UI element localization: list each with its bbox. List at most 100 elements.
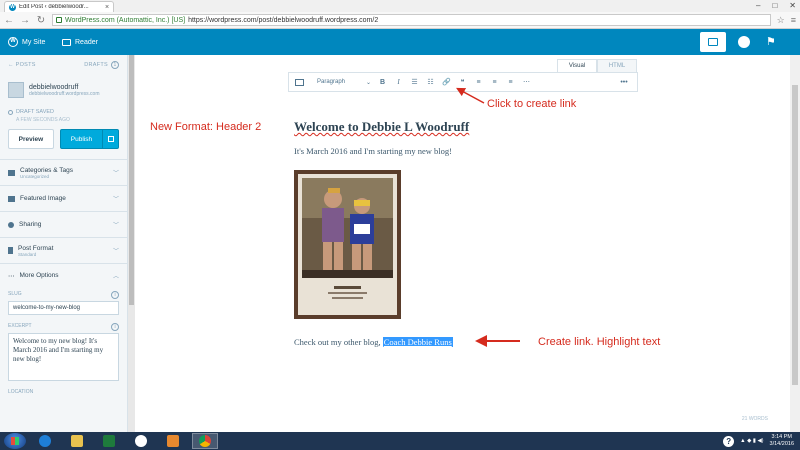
write-post-button[interactable] <box>700 32 726 52</box>
formatting-toolbar: Paragraph ⌄ B I ☰ ☷ 🔗 ❝ ≡ ≡ ≡ ⋯ ••• <box>288 72 638 92</box>
insert-link-icon[interactable]: 🔗 <box>442 78 451 86</box>
minimize-button[interactable]: – <box>756 1 760 10</box>
editor-sidebar: ← POSTS DRAFTS 1 debbielwoodruff debbiel… <box>0 55 128 432</box>
annotation-header-format: New Format: Header 2 <box>150 121 262 133</box>
accordion-sharing[interactable]: Sharing ﹀ <box>0 211 127 237</box>
saved-check-icon <box>8 109 13 115</box>
wordpress-masterbar: W My Site Reader ⚑ <box>0 29 800 55</box>
more-options-label: More Options <box>19 272 59 279</box>
schedule-calendar-icon[interactable] <box>102 130 118 148</box>
editor-mode-tabs: Visual HTML <box>557 59 637 73</box>
chevron-down-icon: ﹀ <box>112 223 119 229</box>
reader-link[interactable]: Reader <box>62 29 98 55</box>
blockquote-icon[interactable]: ❝ <box>458 78 467 86</box>
reload-button[interactable]: ↻ <box>36 15 46 26</box>
editor-scrollbar[interactable] <box>790 55 800 432</box>
clock[interactable]: 3:14 PM 3/14/2016 <box>770 434 794 448</box>
numbered-list-icon[interactable]: ☷ <box>426 78 435 86</box>
taskbar-excel[interactable] <box>96 433 122 449</box>
tab-close-icon[interactable]: × <box>105 4 113 11</box>
slug-info-icon[interactable]: i <box>111 291 119 299</box>
excerpt-label: EXCERPT <box>8 323 32 329</box>
publish-button[interactable]: Publish <box>59 129 119 149</box>
my-site-link[interactable]: W My Site <box>8 29 45 55</box>
back-to-posts-link[interactable]: ← POSTS <box>8 62 36 68</box>
accordion-featured-image[interactable]: Featured Image ﹀ <box>0 185 127 211</box>
drafts-link[interactable]: DRAFTS 1 <box>84 61 119 69</box>
italic-button[interactable]: I <box>394 78 403 86</box>
chevron-down-icon: ﹀ <box>112 171 119 177</box>
notifications-bell-icon[interactable]: ⚑ <box>766 35 776 48</box>
toolbar-overflow-icon[interactable]: ••• <box>617 79 631 86</box>
site-card[interactable]: debbielwoodruff debbielwoodruff.wordpres… <box>0 75 127 105</box>
close-window-button[interactable]: ✕ <box>789 1 796 10</box>
post-paragraph[interactable]: It's March 2016 and I'm starting my new … <box>294 146 452 156</box>
slug-input[interactable]: welcome-to-my-new-blog <box>8 301 119 315</box>
excerpt-textarea[interactable]: Welcome to my new blog! It's March 2016 … <box>8 333 119 381</box>
more-options-toggle[interactable]: ⋯ More Options ︿ <box>0 263 127 287</box>
site-domain: debbielwoodruff.wordpress.com <box>29 90 100 97</box>
accordion-post-format[interactable]: Post Format Standard ﹀ <box>0 237 127 263</box>
save-status: DRAFT SAVED A FEW SECONDS AGO <box>0 105 127 129</box>
reader-icon <box>62 38 71 46</box>
publish-label: Publish <box>70 135 93 143</box>
post-photo[interactable] <box>294 170 401 319</box>
taskbar-internet-explorer[interactable] <box>32 433 58 449</box>
taskbar-file-explorer[interactable] <box>64 433 90 449</box>
post-heading[interactable]: Welcome to Debbie L Woodruff <box>294 119 469 135</box>
add-media-icon[interactable] <box>295 78 304 86</box>
profile-avatar[interactable] <box>738 36 750 48</box>
slug-label-row: SLUG i <box>0 287 127 301</box>
excerpt-info-icon[interactable]: i <box>111 323 119 331</box>
chrome-menu-icon[interactable]: ≡ <box>791 15 796 25</box>
forward-button[interactable]: → <box>20 15 30 26</box>
accordion-subtitle: Standard <box>18 251 37 257</box>
bookmark-star-icon[interactable]: ☆ <box>777 15 785 26</box>
browser-tab[interactable]: W Edit Post ‹ debbielwoodr... × <box>4 1 114 12</box>
selected-link-text[interactable]: Coach Debbie Runs <box>382 337 453 347</box>
tray-icons[interactable]: ▲ ◆ ▮ ◀) <box>740 438 763 444</box>
url-text[interactable]: https://wordpress.com/post/debbielwoodru… <box>188 17 378 24</box>
paragraph-format-select[interactable]: Paragraph ⌄ <box>317 79 371 86</box>
align-left-icon[interactable]: ≡ <box>474 79 483 86</box>
internet-explorer-icon <box>39 435 51 447</box>
preview-button[interactable]: Preview <box>8 129 54 149</box>
taskbar-media[interactable] <box>128 433 154 449</box>
back-button[interactable]: ← <box>4 15 14 26</box>
bulleted-list-icon[interactable]: ☰ <box>410 78 419 86</box>
taskbar-chrome[interactable] <box>192 433 218 449</box>
media-player-icon <box>135 435 147 447</box>
browser-toolbar: ← → ↻ WordPress.com (Automattic, Inc.) [… <box>0 12 800 29</box>
image-icon <box>8 195 15 202</box>
drafts-count-badge: 1 <box>111 61 119 69</box>
annotation-create-link: Click to create link <box>487 98 577 110</box>
outlook-icon <box>167 435 179 447</box>
lock-icon <box>56 17 62 23</box>
tab-visual[interactable]: Visual <box>557 59 597 73</box>
saved-time: A FEW SECONDS AGO <box>16 117 70 123</box>
taskbar-outlook[interactable] <box>160 433 186 449</box>
editor-scroll-thumb[interactable] <box>792 85 798 385</box>
accordion-title: Post Format <box>18 244 54 252</box>
slug-label: SLUG <box>8 291 22 297</box>
marathon-photo-image <box>298 174 397 315</box>
post-paragraph[interactable]: Check out my other blog, Coach Debbie Ru… <box>294 337 453 347</box>
windows-logo-icon <box>11 437 19 445</box>
start-button[interactable] <box>4 433 26 449</box>
address-bar[interactable]: WordPress.com (Automattic, Inc.) [US] ht… <box>52 14 771 26</box>
sidebar-scrollbar[interactable] <box>128 55 135 432</box>
tab-html[interactable]: HTML <box>597 59 637 73</box>
help-icon[interactable]: ? <box>723 435 735 447</box>
drafts-label: DRAFTS <box>84 62 108 68</box>
tab-title: Edit Post ‹ debbielwoodr... <box>19 4 89 10</box>
format-icon <box>8 247 13 254</box>
read-more-icon[interactable]: ⋯ <box>522 78 531 86</box>
folder-icon <box>71 435 83 447</box>
maximize-button[interactable]: □ <box>772 1 777 10</box>
sidebar-scroll-thumb[interactable] <box>129 55 134 305</box>
align-center-icon[interactable]: ≡ <box>490 79 499 86</box>
chevron-down-icon: ⌄ <box>365 79 371 86</box>
accordion-categories-tags[interactable]: Categories & Tags Uncategorized ﹀ <box>0 159 127 185</box>
align-right-icon[interactable]: ≡ <box>506 79 515 86</box>
bold-button[interactable]: B <box>378 79 387 86</box>
